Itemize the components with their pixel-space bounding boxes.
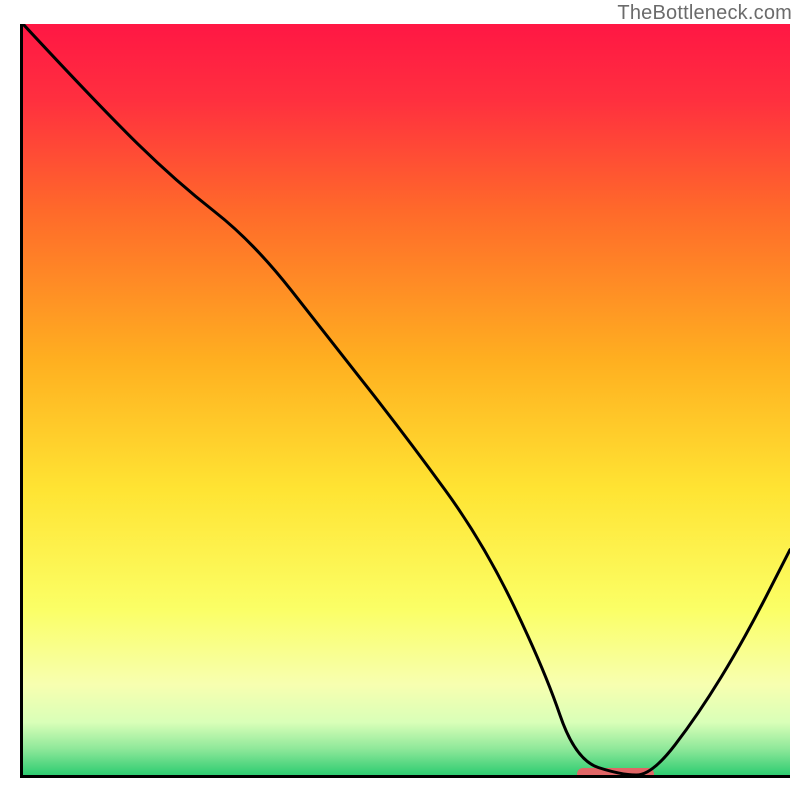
plot-area [20, 24, 790, 778]
curve-path [23, 24, 790, 775]
chart-container: TheBottleneck.com [0, 0, 800, 800]
bottleneck-curve [23, 24, 790, 775]
watermark-text: TheBottleneck.com [617, 2, 792, 25]
